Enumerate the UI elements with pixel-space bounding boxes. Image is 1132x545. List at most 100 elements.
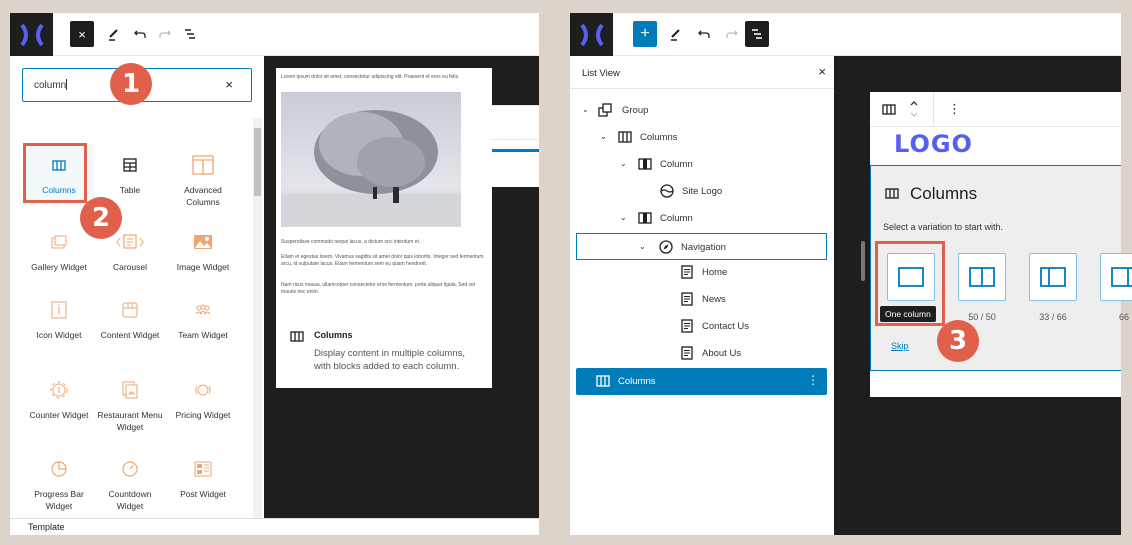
pricing-icon (195, 384, 211, 396)
content-icon (122, 302, 138, 318)
page-icon (681, 265, 693, 279)
block-counter-widget[interactable]: Counter Widget (24, 379, 94, 421)
variation-33-66[interactable] (1029, 253, 1077, 301)
preview-paragraph: Lorem ipsum dolor sit amet, consectetur … (281, 74, 460, 80)
counter-icon (50, 381, 68, 399)
list-item-columns[interactable]: ⌄ Columns (576, 124, 827, 151)
two-columns-icon (969, 267, 995, 287)
page-icon (681, 319, 693, 333)
list-item-navigation[interactable]: ⌄ Navigation (576, 233, 827, 260)
scrollbar-thumb[interactable] (254, 128, 261, 196)
column-icon (638, 212, 652, 224)
chevron-down-icon[interactable]: ⌄ (600, 132, 607, 141)
add-block-button[interactable]: + (633, 21, 657, 47)
pencil-icon (109, 29, 118, 41)
list-item-site-logo[interactable]: Site Logo (576, 178, 827, 205)
info-icon (51, 301, 67, 319)
close-inserter-button[interactable]: × (70, 21, 94, 47)
skip-link[interactable]: Skip (891, 341, 909, 351)
undo-icon (134, 30, 146, 38)
list-item-home[interactable]: Home (576, 259, 827, 286)
more-options-icon[interactable]: ⋮ (807, 373, 819, 387)
search-value: column (34, 79, 68, 91)
columns-icon[interactable] (882, 104, 896, 115)
list-item-column[interactable]: ⌄ Column (576, 151, 827, 178)
page-icon (681, 292, 693, 306)
block-icon-widget[interactable]: Icon Widget (24, 299, 94, 341)
preview-paragraph: Nam risus massa, ullamcorper consectetur… (281, 282, 475, 295)
chevron-down-icon[interactable]: ⌄ (620, 159, 627, 168)
list-view-button[interactable] (745, 21, 769, 47)
block-post-widget[interactable]: Post Widget (168, 458, 238, 500)
preview-card-description: Display content in multiple columns, wit… (314, 348, 466, 372)
highlight-columns-block (23, 143, 87, 203)
redo-icon (726, 30, 738, 38)
list-view-icon (752, 29, 762, 39)
template-tab[interactable]: Template (10, 518, 539, 535)
restaurant-icon (122, 381, 138, 399)
block-gallery-widget[interactable]: Gallery Widget (24, 231, 94, 273)
site-logo[interactable] (10, 13, 53, 56)
close-icon: × (78, 26, 86, 42)
site-logo[interactable] (570, 13, 613, 56)
top-toolbar: + (570, 13, 1121, 56)
list-item-group[interactable]: ⌄ Group (576, 97, 827, 124)
block-progress-bar-widget[interactable]: Progress Bar Widget (24, 458, 94, 512)
columns-icon (290, 331, 304, 342)
highlight-one-column (875, 241, 945, 326)
preview-paragraph: Suspendisse commodo neque lacus, a dictu… (281, 239, 421, 245)
carousel-icon (116, 234, 144, 249)
block-pricing-widget[interactable]: Pricing Widget (168, 379, 238, 421)
chevron-down-icon[interactable]: ⌄ (582, 105, 589, 114)
pencil-icon (671, 29, 680, 41)
placeholder-instruction: Select a variation to start with. (883, 222, 1004, 232)
block-team-widget[interactable]: Team Widget (168, 299, 238, 341)
undo-button[interactable] (128, 21, 152, 47)
tools-button[interactable] (102, 21, 126, 47)
redo-icon (159, 30, 171, 38)
resize-handle[interactable] (861, 241, 865, 281)
list-view-header: List View × (570, 56, 834, 89)
list-item-about-us[interactable]: About Us (576, 340, 827, 367)
site-logo-preview[interactable]: LOGO (894, 130, 973, 158)
tools-button[interactable] (664, 21, 688, 47)
plus-icon: + (640, 25, 650, 42)
chevron-down-icon[interactable]: ⌄ (639, 242, 646, 251)
block-image-widget[interactable]: Image Widget (168, 231, 238, 273)
block-content-widget[interactable]: Content Widget (95, 299, 165, 341)
variation-50-50[interactable] (958, 253, 1006, 301)
move-up-down-icon[interactable] (908, 98, 920, 120)
page-icon (681, 346, 693, 360)
block-restaurant-menu-widget[interactable]: Restaurant Menu Widget (95, 379, 165, 433)
undo-button[interactable] (692, 21, 716, 47)
placeholder-title: Columns (910, 184, 978, 203)
list-view-icon (185, 29, 195, 39)
column-icon (638, 158, 652, 170)
close-list-view-icon[interactable]: × (818, 64, 826, 79)
step-badge-1: 1 (110, 63, 152, 105)
left-editor-screenshot: × column × 1 Columns Table Advanced Colu… (10, 13, 539, 535)
list-item-columns-selected[interactable]: Columns ⋮ (576, 368, 827, 395)
list-item-column[interactable]: ⌄ Column (576, 205, 827, 232)
block-toolbar: ⋮ (870, 92, 1121, 127)
block-table[interactable]: Table (95, 144, 165, 196)
redo-button[interactable] (720, 21, 744, 47)
canvas-header-fragment (492, 105, 539, 187)
redo-button[interactable] (153, 21, 177, 47)
block-options-icon[interactable]: ⋮ (948, 101, 961, 117)
list-view-button[interactable] (178, 21, 202, 47)
chevron-down-icon[interactable]: ⌄ (620, 213, 627, 222)
list-item-news[interactable]: News (576, 286, 827, 313)
block-countdown-widget[interactable]: Countdown Widget (95, 458, 165, 512)
clear-search-icon[interactable]: × (225, 77, 233, 92)
snow-tree-image (281, 92, 461, 227)
variation-label: 33 / 66 (1039, 312, 1067, 322)
list-item-contact-us[interactable]: Contact Us (576, 313, 827, 340)
logo-icon (19, 23, 44, 46)
group-icon (598, 103, 612, 117)
inserter-scrollbar[interactable] (253, 118, 262, 518)
block-advanced-columns[interactable]: Advanced Columns (168, 144, 238, 208)
variation-66-33[interactable] (1100, 253, 1132, 301)
columns-icon (885, 188, 899, 199)
site-logo-icon (660, 184, 674, 198)
